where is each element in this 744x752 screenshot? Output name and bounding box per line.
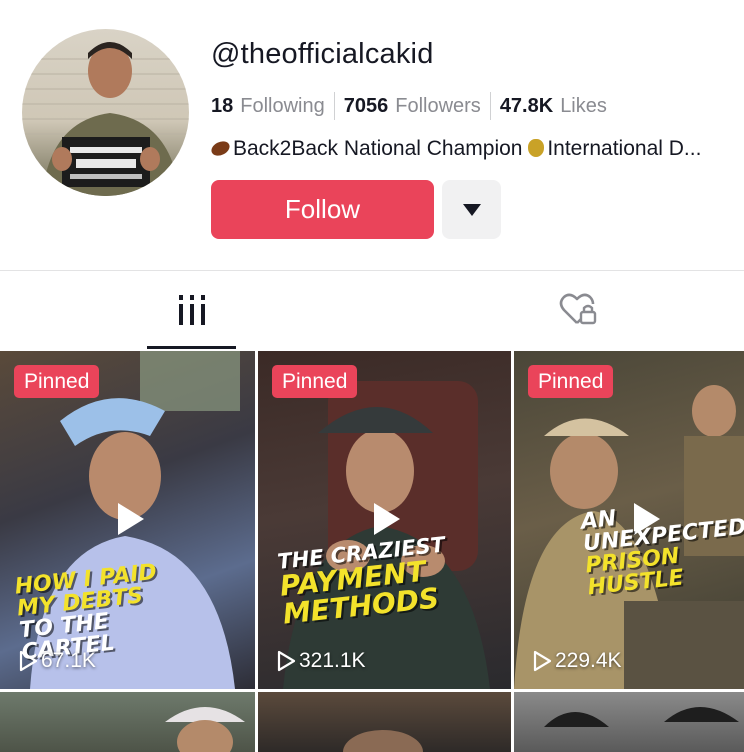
view-count-value: 321.1K bbox=[299, 649, 366, 672]
stat-value: 47.8K bbox=[499, 94, 554, 117]
stat-divider bbox=[489, 92, 491, 120]
follow-button[interactable]: Follow bbox=[211, 180, 434, 239]
football-emoji-icon bbox=[211, 138, 232, 159]
avatar-photo bbox=[22, 42, 189, 196]
pinned-badge: Pinned bbox=[272, 365, 358, 398]
video-tile[interactable]: Pinned An unexpected prison hustle 229.4… bbox=[514, 351, 744, 689]
bio-text-part2: International D... bbox=[547, 137, 702, 160]
play-icon bbox=[118, 503, 144, 535]
video-overlay-title: The craziest payment methods bbox=[276, 532, 451, 630]
video-thumbnail bbox=[165, 707, 245, 752]
tabs-divider bbox=[0, 270, 744, 271]
pinned-badge: Pinned bbox=[14, 365, 100, 398]
stat-followers[interactable]: 7056 Followers bbox=[344, 95, 481, 118]
view-count-value: 67.1K bbox=[41, 649, 96, 672]
profile-avatar[interactable] bbox=[22, 29, 189, 196]
video-tile[interactable] bbox=[514, 692, 744, 752]
stat-label: Likes bbox=[560, 94, 607, 117]
video-tile[interactable] bbox=[258, 692, 511, 752]
caret-down-icon bbox=[462, 203, 481, 216]
active-tab-indicator bbox=[147, 346, 236, 349]
video-overlay-title: An unexpected prison hustle bbox=[580, 495, 744, 600]
bio-text-part1: Back2Back National Champion bbox=[233, 137, 529, 160]
video-tile[interactable] bbox=[0, 692, 255, 752]
video-tile[interactable]: Pinned The craziest payment methods 321.… bbox=[258, 351, 511, 689]
play-icon bbox=[374, 503, 400, 535]
money-bag-emoji-icon bbox=[528, 139, 545, 157]
view-count-value: 229.4K bbox=[555, 649, 622, 672]
video-thumbnail bbox=[544, 707, 739, 727]
profile-stats: 18 Following 7056 Followers 47.8K Likes bbox=[211, 91, 607, 121]
grid-icon bbox=[178, 295, 205, 325]
stat-likes[interactable]: 47.8K Likes bbox=[500, 95, 607, 118]
video-thumbnail bbox=[343, 730, 423, 752]
view-count: 229.4K bbox=[532, 649, 622, 673]
play-count-icon bbox=[19, 650, 38, 672]
pinned-badge: Pinned bbox=[528, 365, 614, 398]
tab-videos[interactable] bbox=[147, 272, 236, 348]
tab-liked[interactable] bbox=[540, 272, 616, 348]
more-options-button[interactable] bbox=[442, 180, 501, 239]
view-count: 321.1K bbox=[276, 649, 366, 673]
stat-label: Followers bbox=[395, 94, 481, 117]
stat-value: 18 bbox=[211, 94, 234, 117]
stat-label: Following bbox=[240, 94, 325, 117]
profile-bio[interactable]: Back2Back National Champion Internationa… bbox=[211, 137, 744, 161]
heart-lock-icon bbox=[559, 293, 597, 325]
video-tile[interactable]: Pinned How I paid my debts to the cartel… bbox=[0, 351, 255, 689]
stat-following[interactable]: 18 Following bbox=[211, 95, 325, 118]
profile-handle: @theofficialcakid bbox=[211, 38, 434, 70]
view-count: 67.1K bbox=[18, 649, 96, 673]
stat-value: 7056 bbox=[343, 94, 389, 117]
play-count-icon bbox=[277, 650, 296, 672]
play-count-icon bbox=[533, 650, 552, 672]
stat-divider bbox=[333, 92, 335, 120]
